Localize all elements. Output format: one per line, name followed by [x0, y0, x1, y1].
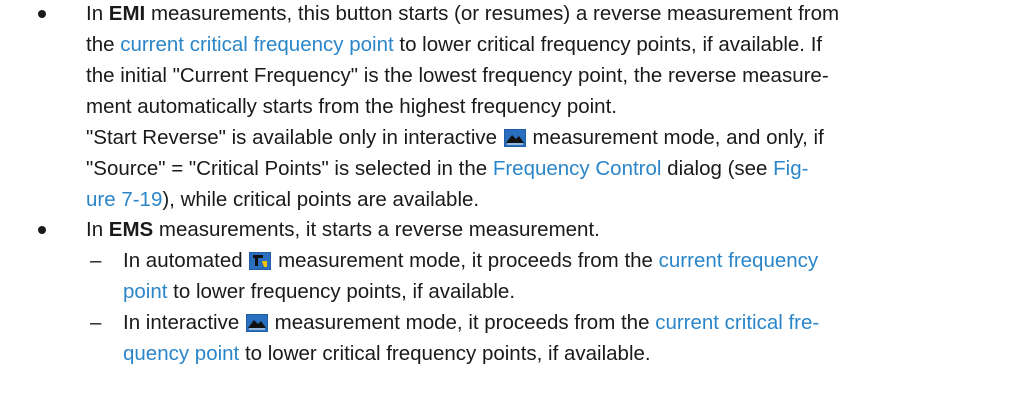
text: measurement mode, it proceeds from the	[268, 311, 656, 334]
dash-marker: –	[90, 249, 102, 272]
text: In	[86, 218, 109, 241]
text: "Source" = "Critical Points" is selected…	[86, 157, 493, 180]
bullet-marker	[38, 226, 46, 234]
text: measurements, this button starts (or res…	[145, 2, 840, 25]
current-frequency-link[interactable]: current frequency	[659, 249, 819, 272]
text-line: "Source" = "Critical Points" is selected…	[86, 156, 808, 182]
text: dialog (see	[661, 157, 774, 180]
text-line: "Start Reverse" is available only in int…	[86, 125, 824, 151]
text: measurement mode, it proceeds from the	[272, 249, 659, 272]
text: to lower frequency points, if available.	[167, 280, 516, 303]
text: the	[86, 33, 121, 56]
current-critical-frequency-point-link[interactable]: current critical frequency point	[120, 33, 393, 56]
text: measurement mode, and only, if	[526, 126, 824, 149]
text-line: quency point to lower critical frequency…	[123, 341, 651, 367]
frequency-control-link[interactable]: Frequency Control	[493, 157, 662, 180]
emi-term: EMI	[108, 2, 146, 25]
text-line: ment automatically starts from the highe…	[86, 94, 617, 120]
automated-mode-icon	[248, 251, 272, 271]
dash-marker: –	[90, 311, 102, 334]
text: ment automatically starts from the highe…	[86, 95, 617, 118]
text: to lower critical frequency points, if a…	[393, 33, 823, 56]
interactive-mode-icon	[245, 313, 269, 333]
text: "Start Reverse" is available only in int…	[86, 126, 503, 149]
text-line: In automated measurement mode, it procee…	[123, 248, 818, 274]
text-line: In interactive measurement mode, it proc…	[123, 310, 819, 336]
figure-link-continued[interactable]: ure 7-19	[86, 188, 162, 211]
text: In automated	[123, 249, 249, 272]
current-critical-frequency-link[interactable]: current critical fre-	[655, 311, 819, 334]
text-line: the initial "Current Frequency" is the l…	[86, 63, 829, 89]
text-line: ure 7-19), while critical points are ava…	[86, 187, 479, 213]
text-line: the current critical frequency point to …	[86, 32, 822, 58]
text: the initial "Current Frequency" is the l…	[86, 64, 829, 87]
text: to lower critical frequency points, if a…	[239, 342, 651, 365]
text: In interactive	[123, 311, 245, 334]
text-line: point to lower frequency points, if avai…	[123, 279, 515, 305]
text: In	[86, 2, 109, 25]
figure-link[interactable]: Fig-	[773, 157, 808, 180]
text-line: In EMI measurements, this button starts …	[86, 1, 839, 27]
text: measurements, it starts a reverse measur…	[153, 218, 600, 241]
ems-term: EMS	[108, 218, 154, 241]
text: ), while critical points are available.	[162, 188, 480, 211]
current-critical-frequency-point-link[interactable]: quency point	[123, 342, 239, 365]
current-frequency-point-link[interactable]: point	[123, 280, 167, 303]
interactive-mode-icon	[503, 128, 527, 148]
text-line: In EMS measurements, it starts a reverse…	[86, 217, 600, 243]
bullet-marker	[38, 10, 46, 18]
